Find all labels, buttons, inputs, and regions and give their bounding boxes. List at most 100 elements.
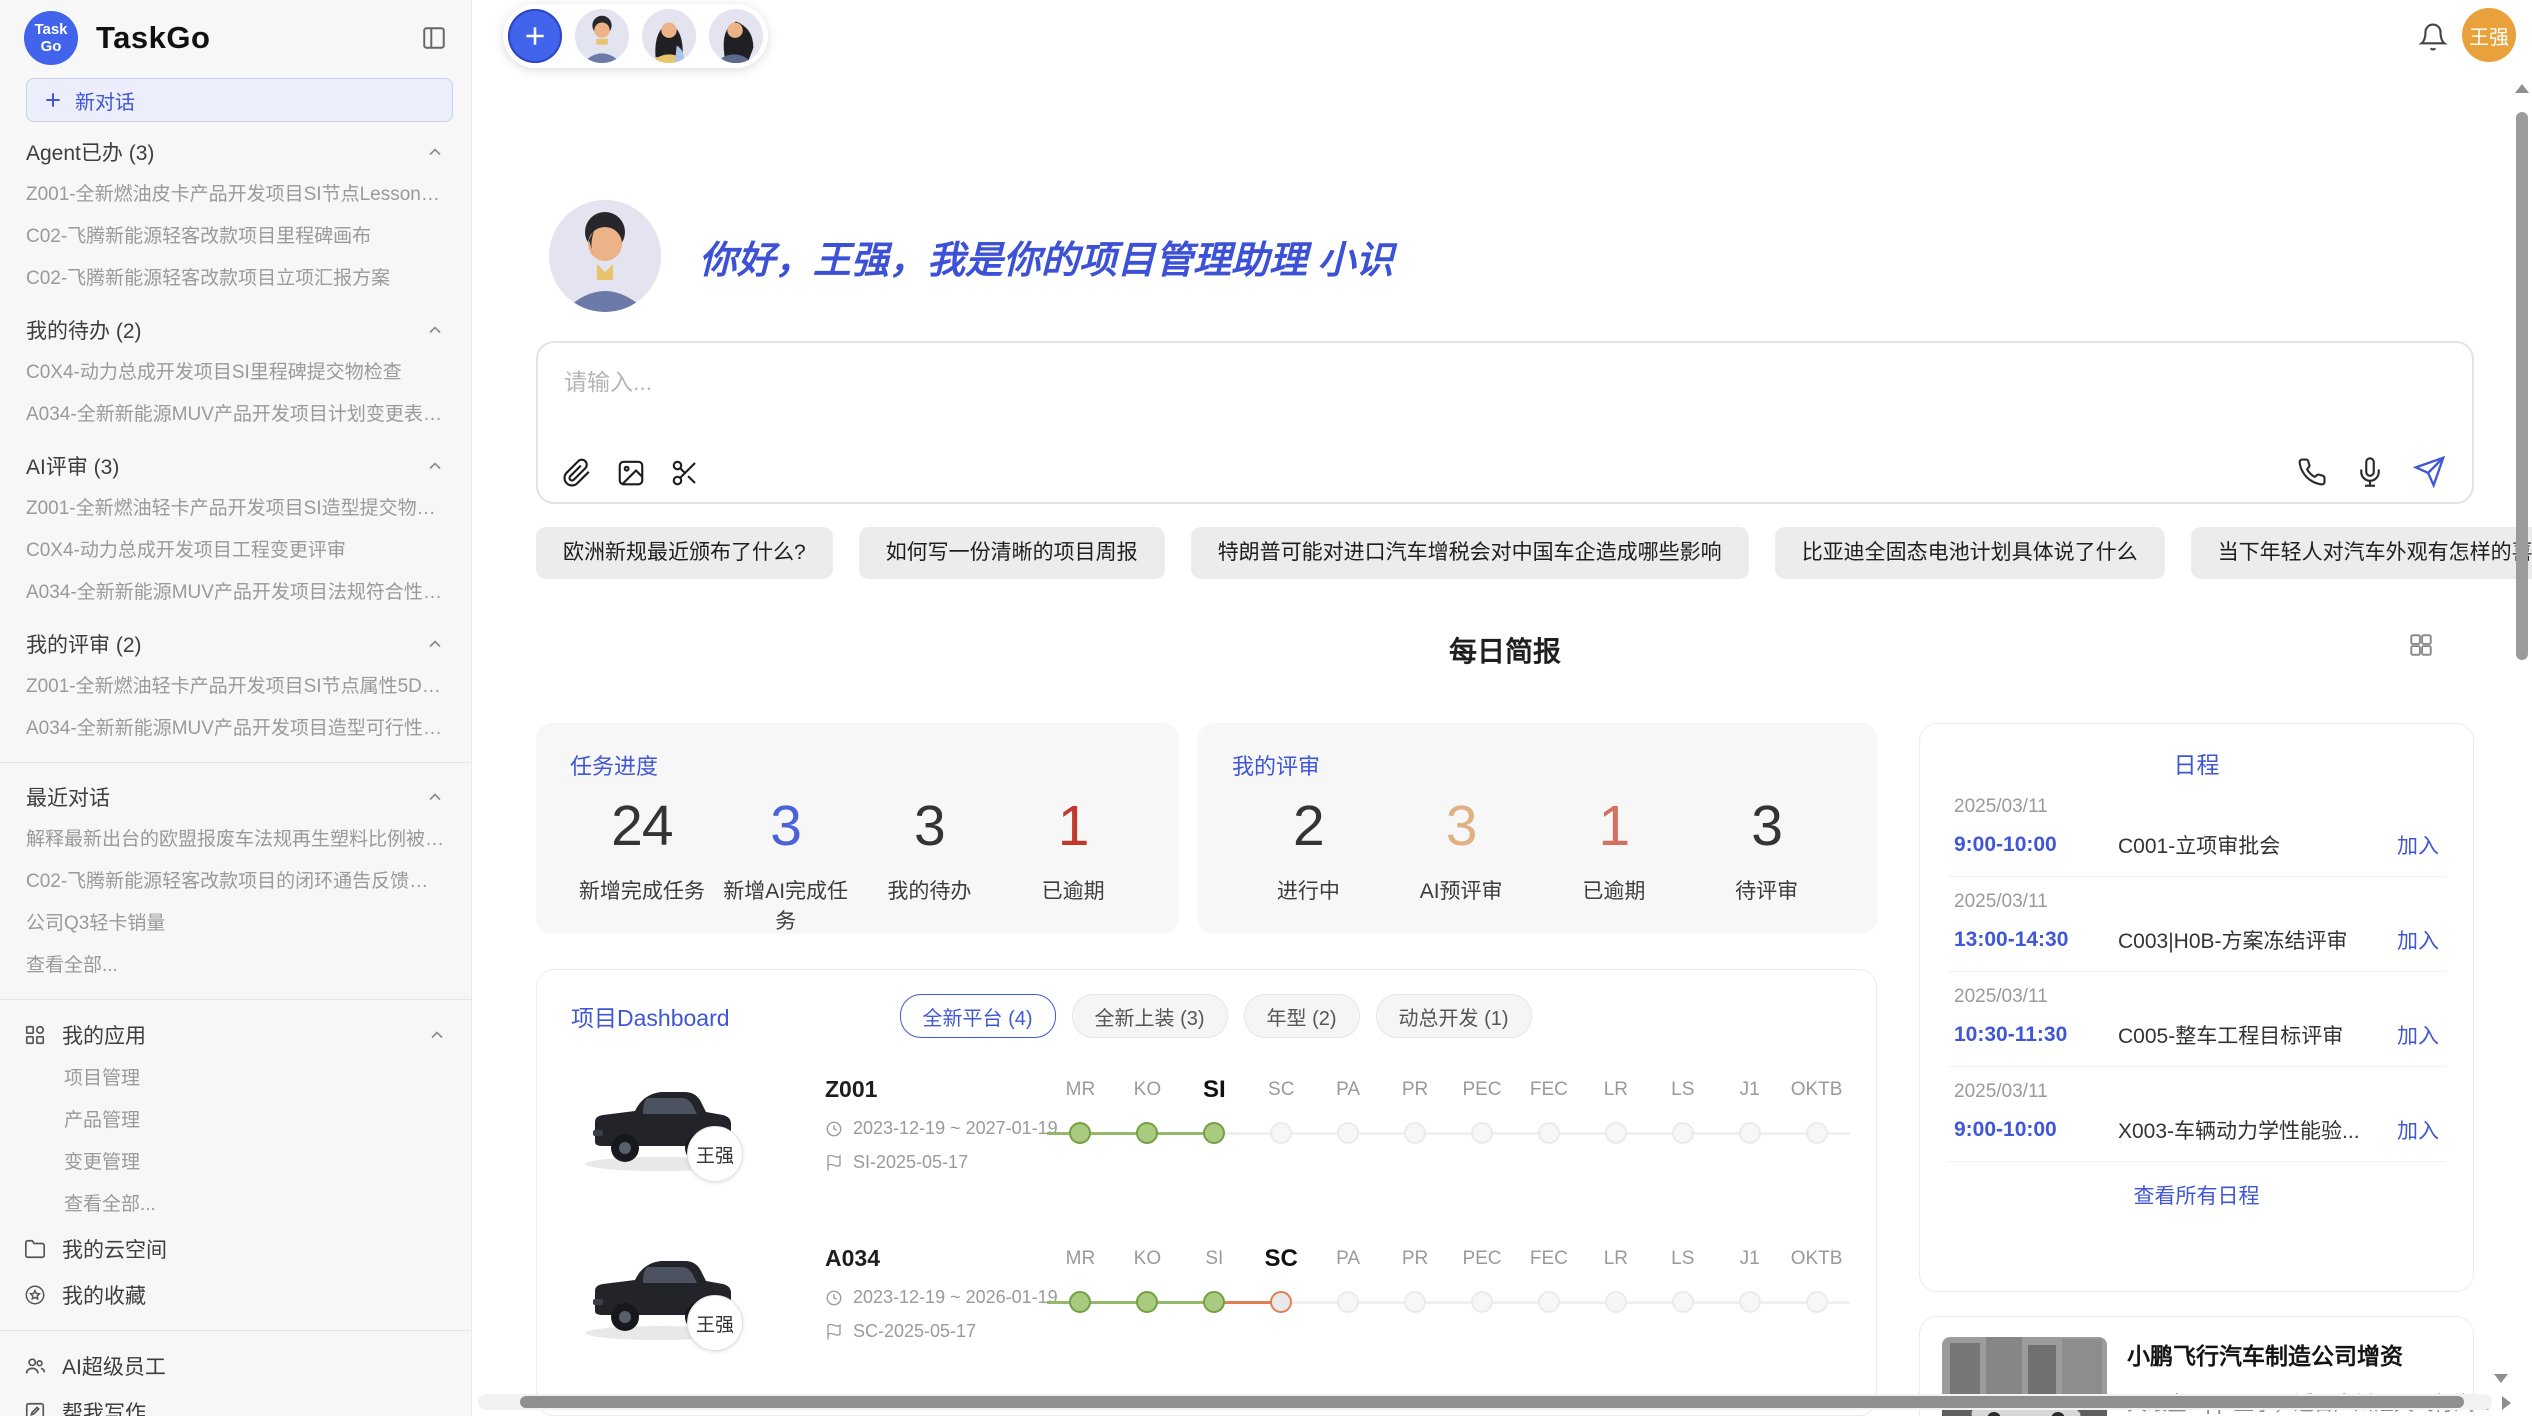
microphone-icon[interactable] [2355, 457, 2385, 487]
project-date-range: 2023-12-19 ~ 2027-01-19 [853, 1118, 1058, 1139]
horizontal-scrollbar-thumb[interactable] [520, 1396, 2464, 1408]
sidebar-item[interactable]: C0X4-动力总成开发项目SI里程碑提交物检查 [0, 352, 471, 394]
sidebar-item[interactable]: 解释最新出台的欧盟报废车法规再生塑料比例被调至15%... [0, 819, 471, 861]
tab-powertrain[interactable]: 动总开发 (1) [1376, 994, 1532, 1038]
milestone-dot [1471, 1291, 1493, 1313]
sidebar-collapse-icon[interactable] [421, 25, 447, 51]
milestone-dot [1672, 1291, 1694, 1313]
chevron-up-icon [425, 456, 445, 476]
plus-icon [43, 90, 63, 110]
user-avatar[interactable]: 王强 [2462, 8, 2516, 62]
section-title: AI评审 (3) [26, 451, 119, 481]
scroll-up-arrow[interactable] [2515, 84, 2529, 93]
project-row-z001[interactable]: 王强 Z001 2023-12-19 ~ 2027-01-19 SI-2025-… [537, 1054, 1876, 1217]
layout-grid-icon[interactable] [2408, 632, 2434, 658]
sidebar-item-app[interactable]: 项目管理 [0, 1058, 471, 1100]
tab-year-model[interactable]: 年型 (2) [1244, 994, 1360, 1038]
section-header-agent-done[interactable]: Agent已办 (3) [0, 130, 471, 174]
join-button[interactable]: 加入 [2397, 925, 2439, 955]
milestone-track: MRKOSISCPAPRPECFECLRLSJ1OKTB [1047, 1068, 1850, 1198]
sidebar-item[interactable]: A034-全新新能源MUV产品开发项目法规符合性评审 [0, 572, 471, 614]
vertical-scrollbar-thumb[interactable] [2516, 112, 2528, 660]
sidebar-item[interactable]: C02-飞腾新能源轻客改款项目的闭环通告反馈情况 [0, 861, 471, 903]
app-window: Task Go TaskGo 新对话 Agent已办 (3) Z001-全新燃油… [0, 0, 2532, 1416]
stat-in-progress: 2 进行中 [1232, 793, 1385, 905]
sidebar-item-app[interactable]: 产品管理 [0, 1100, 471, 1142]
logo-row: Task Go TaskGo [0, 0, 471, 76]
sidebar-item-view-all[interactable]: 查看全部... [0, 945, 471, 987]
join-button[interactable]: 加入 [2397, 1115, 2439, 1145]
suggestion-chip[interactable]: 当下年轻人对汽车外观有怎样的喜好趋势 [2191, 527, 2532, 579]
section-header-ai-review[interactable]: AI评审 (3) [0, 444, 471, 488]
sidebar-item-app[interactable]: 变更管理 [0, 1142, 471, 1184]
suggestion-chip[interactable]: 特朗普可能对进口汽车增税会对中国车企造成哪些影响 [1191, 527, 1749, 579]
event-name: C001-立项审批会 [2112, 830, 2397, 860]
join-button[interactable]: 加入 [2397, 830, 2439, 860]
attachment-icon[interactable] [562, 458, 592, 488]
sidebar-item[interactable]: Z001-全新燃油轻卡产品开发项目SI节点属性5D文件评审 [0, 666, 471, 708]
milestone-dot [1605, 1122, 1627, 1144]
new-chat-button[interactable]: 新对话 [26, 78, 453, 122]
suggestion-chip[interactable]: 比亚迪全固态电池计划具体说了什么 [1775, 527, 2165, 579]
agent-avatar-2[interactable] [642, 9, 696, 63]
tab-new-body[interactable]: 全新上装 (3) [1072, 994, 1228, 1038]
sidebar-item-cloud-space[interactable]: 我的云空间 [0, 1226, 471, 1272]
agent-avatar-1[interactable] [575, 9, 629, 63]
milestone-J1: J1 [1716, 1237, 1783, 1313]
section-header-my-todo[interactable]: 我的待办 (2) [0, 308, 471, 352]
stat-value: 3 [714, 793, 858, 859]
sidebar-item[interactable]: C02-飞腾新能源轻客改款项目里程碑画布 [0, 216, 471, 258]
sidebar-item[interactable]: A034-全新新能源MUV产品开发项目计划变更表编写 [0, 394, 471, 436]
project-row-a034[interactable]: 王强 A034 2023-12-19 ~ 2026-01-19 SC-2025-… [537, 1223, 1876, 1386]
agent-avatar-3[interactable] [709, 9, 763, 63]
scroll-right-arrow[interactable] [2502, 1396, 2511, 1410]
suggestion-chip[interactable]: 如何写一份清晰的项目周报 [859, 527, 1165, 579]
sidebar-item[interactable]: Z001-全新燃油轻卡产品开发项目SI造型提交物评审 [0, 488, 471, 530]
sidebar-item-favorites[interactable]: 我的收藏 [0, 1272, 471, 1318]
event-date: 2025/03/11 [1954, 1081, 2439, 1103]
sidebar-item[interactable]: A034-全新新能源MUV产品开发项目造型可行性评审 [0, 708, 471, 750]
sidebar-item-view-all-apps[interactable]: 查看全部... [0, 1184, 471, 1226]
sidebar-item[interactable]: Z001-全新燃油皮卡产品开发项目SI节点Lesson Learn报告 [0, 174, 471, 216]
notification-bell-icon[interactable] [2418, 22, 2448, 52]
sidebar-item-ai-employee[interactable]: AI超级员工 [0, 1343, 471, 1389]
project-flag-text: SI-2025-05-17 [853, 1152, 968, 1173]
chevron-up-icon [425, 634, 445, 654]
app-logo: Task Go [24, 11, 78, 65]
dashboard-tabs: 全新平台 (4) 全新上装 (3) 年型 (2) 动总开发 (1) [900, 994, 1532, 1038]
stat-my-todo: 3 我的待办 [858, 793, 1002, 935]
view-all-schedule-link[interactable]: 查看所有日程 [1948, 1162, 2445, 1210]
sidebar-item[interactable]: C0X4-动力总成开发项目工程变更评审 [0, 530, 471, 572]
image-upload-icon[interactable] [616, 458, 646, 488]
milestone-FEC: FEC [1515, 1068, 1582, 1144]
sidebar-item[interactable]: C02-飞腾新能源轻客改款项目立项汇报方案 [0, 258, 471, 300]
favorites-label: 我的收藏 [62, 1280, 146, 1310]
section-header-my-review[interactable]: 我的评审 (2) [0, 622, 471, 666]
clock-icon [825, 1120, 843, 1138]
send-icon[interactable] [2413, 455, 2446, 488]
add-agent-button[interactable] [508, 9, 562, 63]
milestone-SC: SC [1248, 1237, 1315, 1313]
horizontal-scrollbar[interactable] [478, 1394, 2492, 1410]
voice-call-icon[interactable] [2297, 457, 2327, 487]
vertical-scrollbar[interactable] [2514, 84, 2530, 1384]
milestone-PA: PA [1315, 1237, 1382, 1313]
scroll-down-arrow[interactable] [2494, 1374, 2508, 1383]
event-time: 13:00-14:30 [1954, 928, 2112, 952]
join-button[interactable]: 加入 [2397, 1020, 2439, 1050]
sidebar-item-help-write[interactable]: 帮我写作 [0, 1389, 471, 1416]
section-header-recent-chats[interactable]: 最近对话 [0, 775, 471, 819]
milestone-dot [1806, 1291, 1828, 1313]
scissors-icon[interactable] [670, 458, 700, 488]
greeting-block: 你好，王强，我是你的项目管理助理 小识 [549, 200, 1394, 312]
event-time: 9:00-10:00 [1954, 833, 2112, 857]
sidebar-item-my-apps[interactable]: 我的应用 [0, 1012, 471, 1058]
tab-new-platform[interactable]: 全新平台 (4) [900, 994, 1056, 1038]
chat-input-card[interactable]: 请输入... [536, 341, 2474, 504]
project-dashboard-card: 项目Dashboard 全新平台 (4) 全新上装 (3) 年型 (2) 动总开… [536, 969, 1877, 1416]
milestone-FEC: FEC [1515, 1237, 1582, 1313]
suggestion-chip[interactable]: 欧洲新规最近颁布了什么? [536, 527, 833, 579]
milestone-MR: MR [1047, 1237, 1114, 1313]
sidebar-item[interactable]: 公司Q3轻卡销量 [0, 903, 471, 945]
schedule-title: 日程 [1948, 724, 2445, 782]
